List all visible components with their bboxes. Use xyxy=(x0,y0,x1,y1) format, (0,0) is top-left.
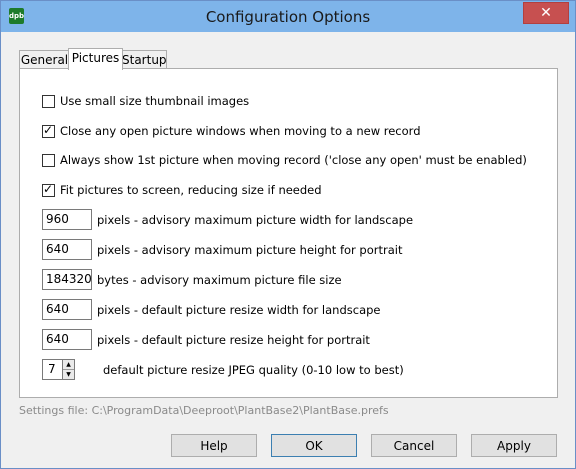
max-width-input[interactable]: 960 xyxy=(42,209,92,230)
tab-general[interactable]: General xyxy=(19,50,70,69)
tab-pictures[interactable]: Pictures xyxy=(68,48,123,70)
jpeg-quality-input[interactable]: 7 xyxy=(42,359,62,380)
spin-up-icon[interactable]: ▲ xyxy=(63,360,74,369)
checkmark-icon: ✓ xyxy=(43,122,54,137)
option-close-open[interactable]: ✓ Close any open picture windows when mo… xyxy=(42,122,421,138)
small-thumbs-checkbox[interactable] xyxy=(42,94,55,108)
ok-button[interactable]: OK xyxy=(271,434,357,457)
jpeg-quality-spinner[interactable]: 7 ▲ ▼ xyxy=(42,359,75,380)
field-jpeg-quality: 7 ▲ ▼ default picture resize JPEG qualit… xyxy=(42,359,404,380)
settings-file-path: Settings file: C:\ProgramData\Deeproot\P… xyxy=(19,404,389,417)
field-max-height: 640 pixels - advisory maximum picture he… xyxy=(42,239,403,260)
help-button[interactable]: Help xyxy=(171,434,257,457)
resize-width-input[interactable]: 640 xyxy=(42,299,92,320)
field-resize-width: 640 pixels - default picture resize widt… xyxy=(42,299,381,320)
max-height-input[interactable]: 640 xyxy=(42,239,92,260)
cancel-button[interactable]: Cancel xyxy=(371,434,457,457)
resize-height-input[interactable]: 640 xyxy=(42,329,92,350)
resize-height-label: pixels - default picture resize height f… xyxy=(97,332,370,347)
close-open-label: Close any open picture windows when movi… xyxy=(60,124,421,138)
always-first-label: Always show 1st picture when moving reco… xyxy=(60,153,527,167)
app-icon: dpb xyxy=(9,8,24,24)
resize-width-label: pixels - default picture resize width fo… xyxy=(97,302,381,317)
field-max-file-size: 184320 bytes - advisory maximum picture … xyxy=(42,269,342,290)
option-always-first[interactable]: Always show 1st picture when moving reco… xyxy=(42,153,527,167)
field-max-width: 960 pixels - advisory maximum picture wi… xyxy=(42,209,413,230)
always-first-checkbox[interactable] xyxy=(42,153,55,167)
max-file-size-label: bytes - advisory maximum picture file si… xyxy=(97,272,342,287)
window-title: Configuration Options xyxy=(205,7,371,26)
field-resize-height: 640 pixels - default picture resize heig… xyxy=(42,329,370,350)
spinner-buttons[interactable]: ▲ ▼ xyxy=(62,359,75,380)
fit-screen-label: Fit pictures to screen, reducing size if… xyxy=(60,183,322,197)
tab-startup[interactable]: Startup xyxy=(121,50,167,69)
close-open-checkbox[interactable]: ✓ xyxy=(42,122,55,138)
max-height-label: pixels - advisory maximum picture height… xyxy=(97,242,403,257)
spin-down-icon[interactable]: ▼ xyxy=(63,369,74,379)
checkmark-icon: ✓ xyxy=(43,181,54,196)
configuration-dialog: dpb Configuration Options ✕ General Pict… xyxy=(0,0,576,469)
max-width-label: pixels - advisory maximum picture width … xyxy=(97,212,414,227)
apply-button[interactable]: Apply xyxy=(471,434,557,457)
title-bar[interactable]: dpb Configuration Options ✕ xyxy=(1,1,575,32)
option-small-thumbs[interactable]: Use small size thumbnail images xyxy=(42,94,249,108)
max-file-size-input[interactable]: 184320 xyxy=(42,269,92,290)
option-fit-screen[interactable]: ✓ Fit pictures to screen, reducing size … xyxy=(42,181,322,197)
fit-screen-checkbox[interactable]: ✓ xyxy=(42,181,55,197)
close-icon[interactable]: ✕ xyxy=(523,2,569,24)
jpeg-quality-label: default picture resize JPEG quality (0-1… xyxy=(103,362,404,377)
pictures-panel: Use small size thumbnail images ✓ Close … xyxy=(19,68,558,398)
small-thumbs-label: Use small size thumbnail images xyxy=(60,94,250,108)
